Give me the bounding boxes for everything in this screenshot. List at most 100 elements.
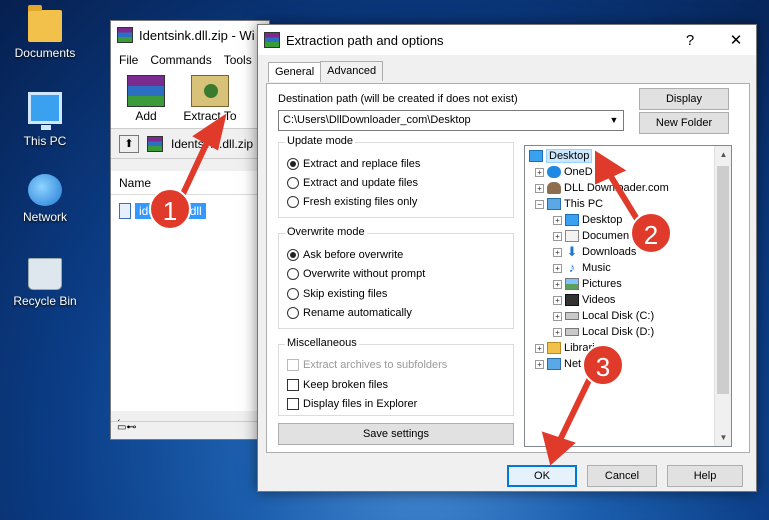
radio-rename-automatically[interactable]: Rename automatically: [287, 307, 412, 319]
menu-file[interactable]: File: [119, 53, 138, 67]
expand-icon[interactable]: +: [553, 247, 562, 257]
winrar-toolbar: Add Extract To: [111, 71, 269, 129]
desktop-icon-recycle-bin[interactable]: Recycle Bin: [5, 258, 85, 308]
folder-tree: Desktop + OneD + DLL Downloader.com − Th…: [524, 145, 732, 447]
checkbox[interactable]: [287, 379, 299, 391]
tree-item-downloads[interactable]: + ⬇ Downloads: [553, 244, 636, 260]
tree-item-label: OneD: [564, 166, 593, 178]
destination-path-combo[interactable]: C:\Users\DllDownloader_com\Desktop ▼: [278, 110, 624, 131]
scroll-down-icon[interactable]: ▼: [715, 429, 731, 446]
cancel-button[interactable]: Cancel: [587, 465, 657, 487]
extract-to-button[interactable]: Extract To: [183, 75, 237, 124]
radio-button[interactable]: [287, 196, 299, 208]
extract-to-label: Extract To: [183, 109, 237, 123]
winrar-title: Identsink.dll.zip - Wi: [139, 27, 255, 43]
expand-icon[interactable]: +: [553, 311, 562, 321]
display-button[interactable]: Display: [639, 88, 729, 110]
scroll-up-icon[interactable]: ▲: [715, 146, 731, 163]
menu-tools[interactable]: Tools: [224, 53, 252, 67]
tree-item-label: Local Disk (D:): [582, 326, 655, 338]
network-icon: [547, 358, 561, 370]
expand-icon[interactable]: +: [553, 263, 562, 273]
radio-button[interactable]: [287, 249, 299, 261]
dialog-title: Extraction path and options: [286, 32, 444, 48]
tree-item-music[interactable]: + ♪ Music: [553, 260, 611, 276]
tree-item-local-disk-d[interactable]: + Local Disk (D:): [553, 324, 654, 340]
expand-icon[interactable]: +: [553, 279, 562, 289]
ok-button[interactable]: OK: [507, 465, 577, 487]
chevron-down-icon[interactable]: ▼: [605, 111, 623, 130]
winrar-titlebar[interactable]: Identsink.dll.zip - Wi: [111, 21, 269, 49]
tree-item-desktop-root[interactable]: Desktop: [529, 148, 593, 164]
option-label: Rename automatically: [303, 307, 412, 319]
radio-extract-update[interactable]: Extract and update files: [287, 177, 418, 189]
expand-icon[interactable]: +: [535, 343, 544, 353]
hard-drive-icon: [565, 328, 579, 336]
radio-fresh-existing[interactable]: Fresh existing files only: [287, 196, 417, 208]
expand-icon[interactable]: +: [553, 327, 562, 337]
desktop-icon-documents[interactable]: Documents: [5, 5, 85, 60]
user-icon: [547, 182, 561, 194]
column-header-name[interactable]: Name: [111, 171, 269, 195]
new-folder-button[interactable]: New Folder: [639, 112, 729, 134]
tree-item-local-disk-c[interactable]: + Local Disk (C:): [553, 308, 654, 324]
checkbox-keep-broken[interactable]: Keep broken files: [287, 379, 388, 391]
save-settings-button[interactable]: Save settings: [278, 423, 514, 445]
checkbox[interactable]: [287, 398, 299, 410]
tab-advanced[interactable]: Advanced: [320, 61, 384, 81]
help-button[interactable]: Help: [667, 465, 743, 487]
dialog-titlebar[interactable]: Extraction path and options ? ✕: [258, 25, 756, 55]
tree-item-pictures[interactable]: + Pictures: [553, 276, 622, 292]
tree-scrollbar[interactable]: ▲ ▼: [714, 146, 731, 446]
radio-extract-replace[interactable]: Extract and replace files: [287, 158, 420, 170]
overwrite-mode-group: Overwrite mode Ask before overwrite Over…: [278, 226, 514, 329]
up-folder-button[interactable]: ⬆: [119, 134, 139, 153]
radio-button[interactable]: [287, 288, 299, 300]
tree-item-desktop[interactable]: + Desktop: [553, 212, 622, 228]
option-label: Extract and replace files: [303, 158, 421, 170]
desktop-icon-this-pc[interactable]: This PC: [5, 92, 85, 148]
winrar-window: Identsink.dll.zip - Wi File Commands Too…: [110, 20, 270, 440]
radio-button[interactable]: [287, 307, 299, 319]
desktop-icon-label: Documents: [14, 46, 76, 60]
tree-item-label: Videos: [582, 294, 616, 306]
expand-icon[interactable]: +: [535, 167, 544, 177]
tab-general[interactable]: General: [268, 62, 322, 82]
option-label: Ask before overwrite: [303, 249, 404, 261]
tree-item-this-pc[interactable]: − This PC: [535, 196, 603, 212]
tree-item-documents[interactable]: + Documen: [553, 228, 629, 244]
expand-icon[interactable]: +: [553, 215, 562, 225]
step-marker-3: 3: [582, 344, 624, 386]
tree-item-label: Desktop: [546, 149, 593, 163]
radio-overwrite-without-prompt[interactable]: Overwrite without prompt: [287, 268, 425, 280]
tree-item-label: Pictures: [582, 278, 622, 290]
checkbox-display-explorer[interactable]: Display files in Explorer: [287, 398, 417, 410]
tree-item-network[interactable]: + Net: [535, 356, 581, 372]
collapse-icon[interactable]: −: [535, 199, 544, 209]
tree-item-onedrive[interactable]: + OneD: [535, 164, 593, 180]
radio-skip-existing[interactable]: Skip existing files: [287, 288, 387, 300]
tree-item-videos[interactable]: + Videos: [553, 292, 615, 308]
menu-commands[interactable]: Commands: [150, 53, 211, 67]
computer-icon: [547, 198, 561, 210]
overwrite-mode-title: Overwrite mode: [285, 226, 367, 238]
radio-button[interactable]: [287, 158, 299, 170]
expand-icon[interactable]: +: [535, 183, 544, 193]
desktop-icon-network[interactable]: Network: [5, 174, 85, 224]
expand-icon[interactable]: +: [553, 295, 562, 305]
radio-button[interactable]: [287, 177, 299, 189]
radio-ask-before[interactable]: Ask before overwrite: [287, 249, 403, 261]
radio-button[interactable]: [287, 268, 299, 280]
scroll-thumb[interactable]: [717, 166, 729, 394]
help-title-button[interactable]: ?: [670, 32, 710, 49]
add-button[interactable]: Add: [119, 75, 173, 124]
tree-item-user[interactable]: + DLL Downloader.com: [535, 180, 669, 196]
music-note-icon: ♪: [568, 260, 576, 275]
expand-icon[interactable]: +: [535, 359, 544, 369]
close-button[interactable]: ✕: [716, 31, 756, 49]
option-label: Fresh existing files only: [303, 196, 418, 208]
dll-file-icon: [119, 203, 131, 219]
expand-icon[interactable]: +: [553, 231, 562, 241]
option-label: Extract and update files: [303, 177, 418, 189]
option-label: Keep broken files: [303, 379, 388, 391]
